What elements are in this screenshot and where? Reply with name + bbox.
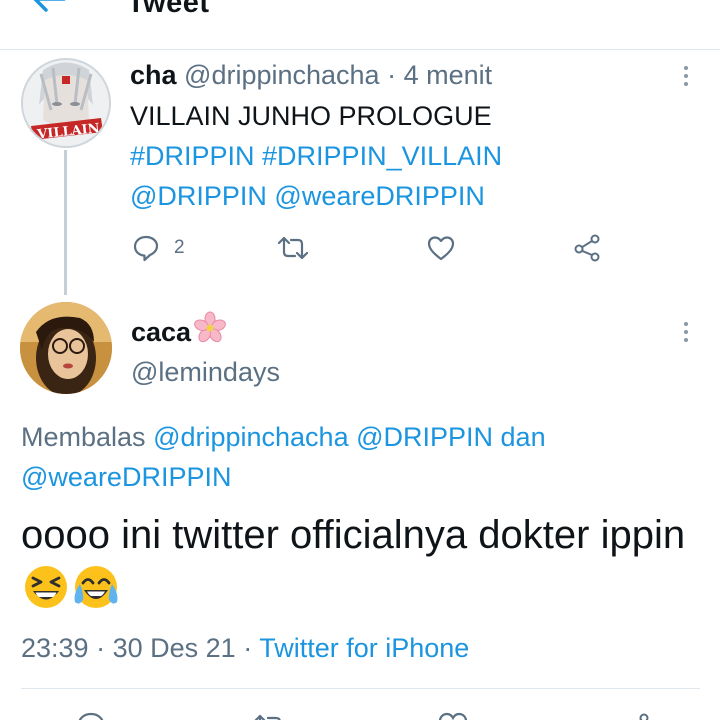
more-vertical-icon[interactable]: [682, 322, 690, 346]
client-link[interactable]: Twitter for iPhone: [259, 633, 469, 663]
hashtags[interactable]: #DRIPPIN #DRIPPIN_VILLAIN: [130, 136, 502, 176]
retweet-button[interactable]: [276, 230, 310, 266]
divider: [21, 688, 700, 689]
handle[interactable]: @lemindays: [131, 355, 280, 389]
tweet-meta: 23:39 · 30 Des 21 · Twitter for iPhone: [21, 629, 469, 667]
reply-prefix: Membalas: [21, 422, 146, 452]
retweet-icon[interactable]: [252, 712, 288, 720]
timestamp: 23:39: [21, 633, 89, 663]
grinning-squinting-face-icon: [23, 564, 69, 625]
separator: ·: [387, 60, 397, 90]
tweet-line: VILLAIN JUNHO PROLOGUE: [130, 101, 492, 131]
face-with-tears-of-joy-icon: [71, 564, 121, 625]
mentions[interactable]: @DRIPPIN @weareDRIPPIN: [130, 176, 502, 216]
reply-count: 2: [174, 237, 185, 258]
reply-context: Membalas @drippinchacha @DRIPPIN dan @we…: [21, 417, 681, 497]
tweet-actions: 2: [0, 230, 720, 270]
like-button[interactable]: [427, 230, 455, 266]
reply-users[interactable]: @drippinchacha @DRIPPIN: [153, 422, 493, 452]
top-bar: Tweet: [0, 0, 720, 50]
display-name[interactable]: caca: [131, 311, 227, 353]
comment-icon: [132, 234, 160, 262]
avatar[interactable]: VILLAIN: [21, 58, 111, 148]
thread-connector: [64, 150, 67, 295]
timestamp[interactable]: 4 menit: [404, 60, 493, 90]
heart-icon: [427, 235, 455, 261]
share-icon: [573, 233, 603, 263]
share-button[interactable]: [573, 230, 603, 266]
share-icon[interactable]: [622, 712, 652, 720]
cherry-blossom-icon: [193, 311, 227, 353]
tweet-text: oooo ini twitter officialnya dokter ippi…: [21, 507, 711, 625]
avatar[interactable]: [20, 302, 112, 394]
more-vertical-icon[interactable]: [682, 66, 690, 90]
tweet-header: cha @drippinchacha · 4 menit: [130, 58, 492, 92]
tweet-body: oooo ini twitter officialnya dokter ippi…: [21, 513, 686, 557]
reply-button[interactable]: 2: [132, 230, 185, 266]
retweet-icon: [276, 234, 310, 262]
page-title: Tweet: [127, 0, 210, 19]
date: 30 Des 21: [112, 633, 236, 663]
handle[interactable]: @drippinchacha: [184, 60, 380, 90]
display-name[interactable]: cha: [130, 60, 177, 90]
heart-icon[interactable]: [438, 712, 468, 720]
display-name-text: caca: [131, 317, 192, 347]
reply-last-user[interactable]: @weareDRIPPIN: [21, 462, 231, 492]
separator: ·: [243, 633, 253, 663]
comment-icon[interactable]: [76, 712, 106, 720]
bottom-actions: [0, 704, 720, 720]
tweet-text: VILLAIN JUNHO PROLOGUE #DRIPPIN #DRIPPIN…: [130, 96, 502, 216]
reply-and[interactable]: dan: [501, 422, 546, 452]
arrow-left-icon[interactable]: [32, 0, 66, 16]
separator: ·: [96, 633, 106, 663]
